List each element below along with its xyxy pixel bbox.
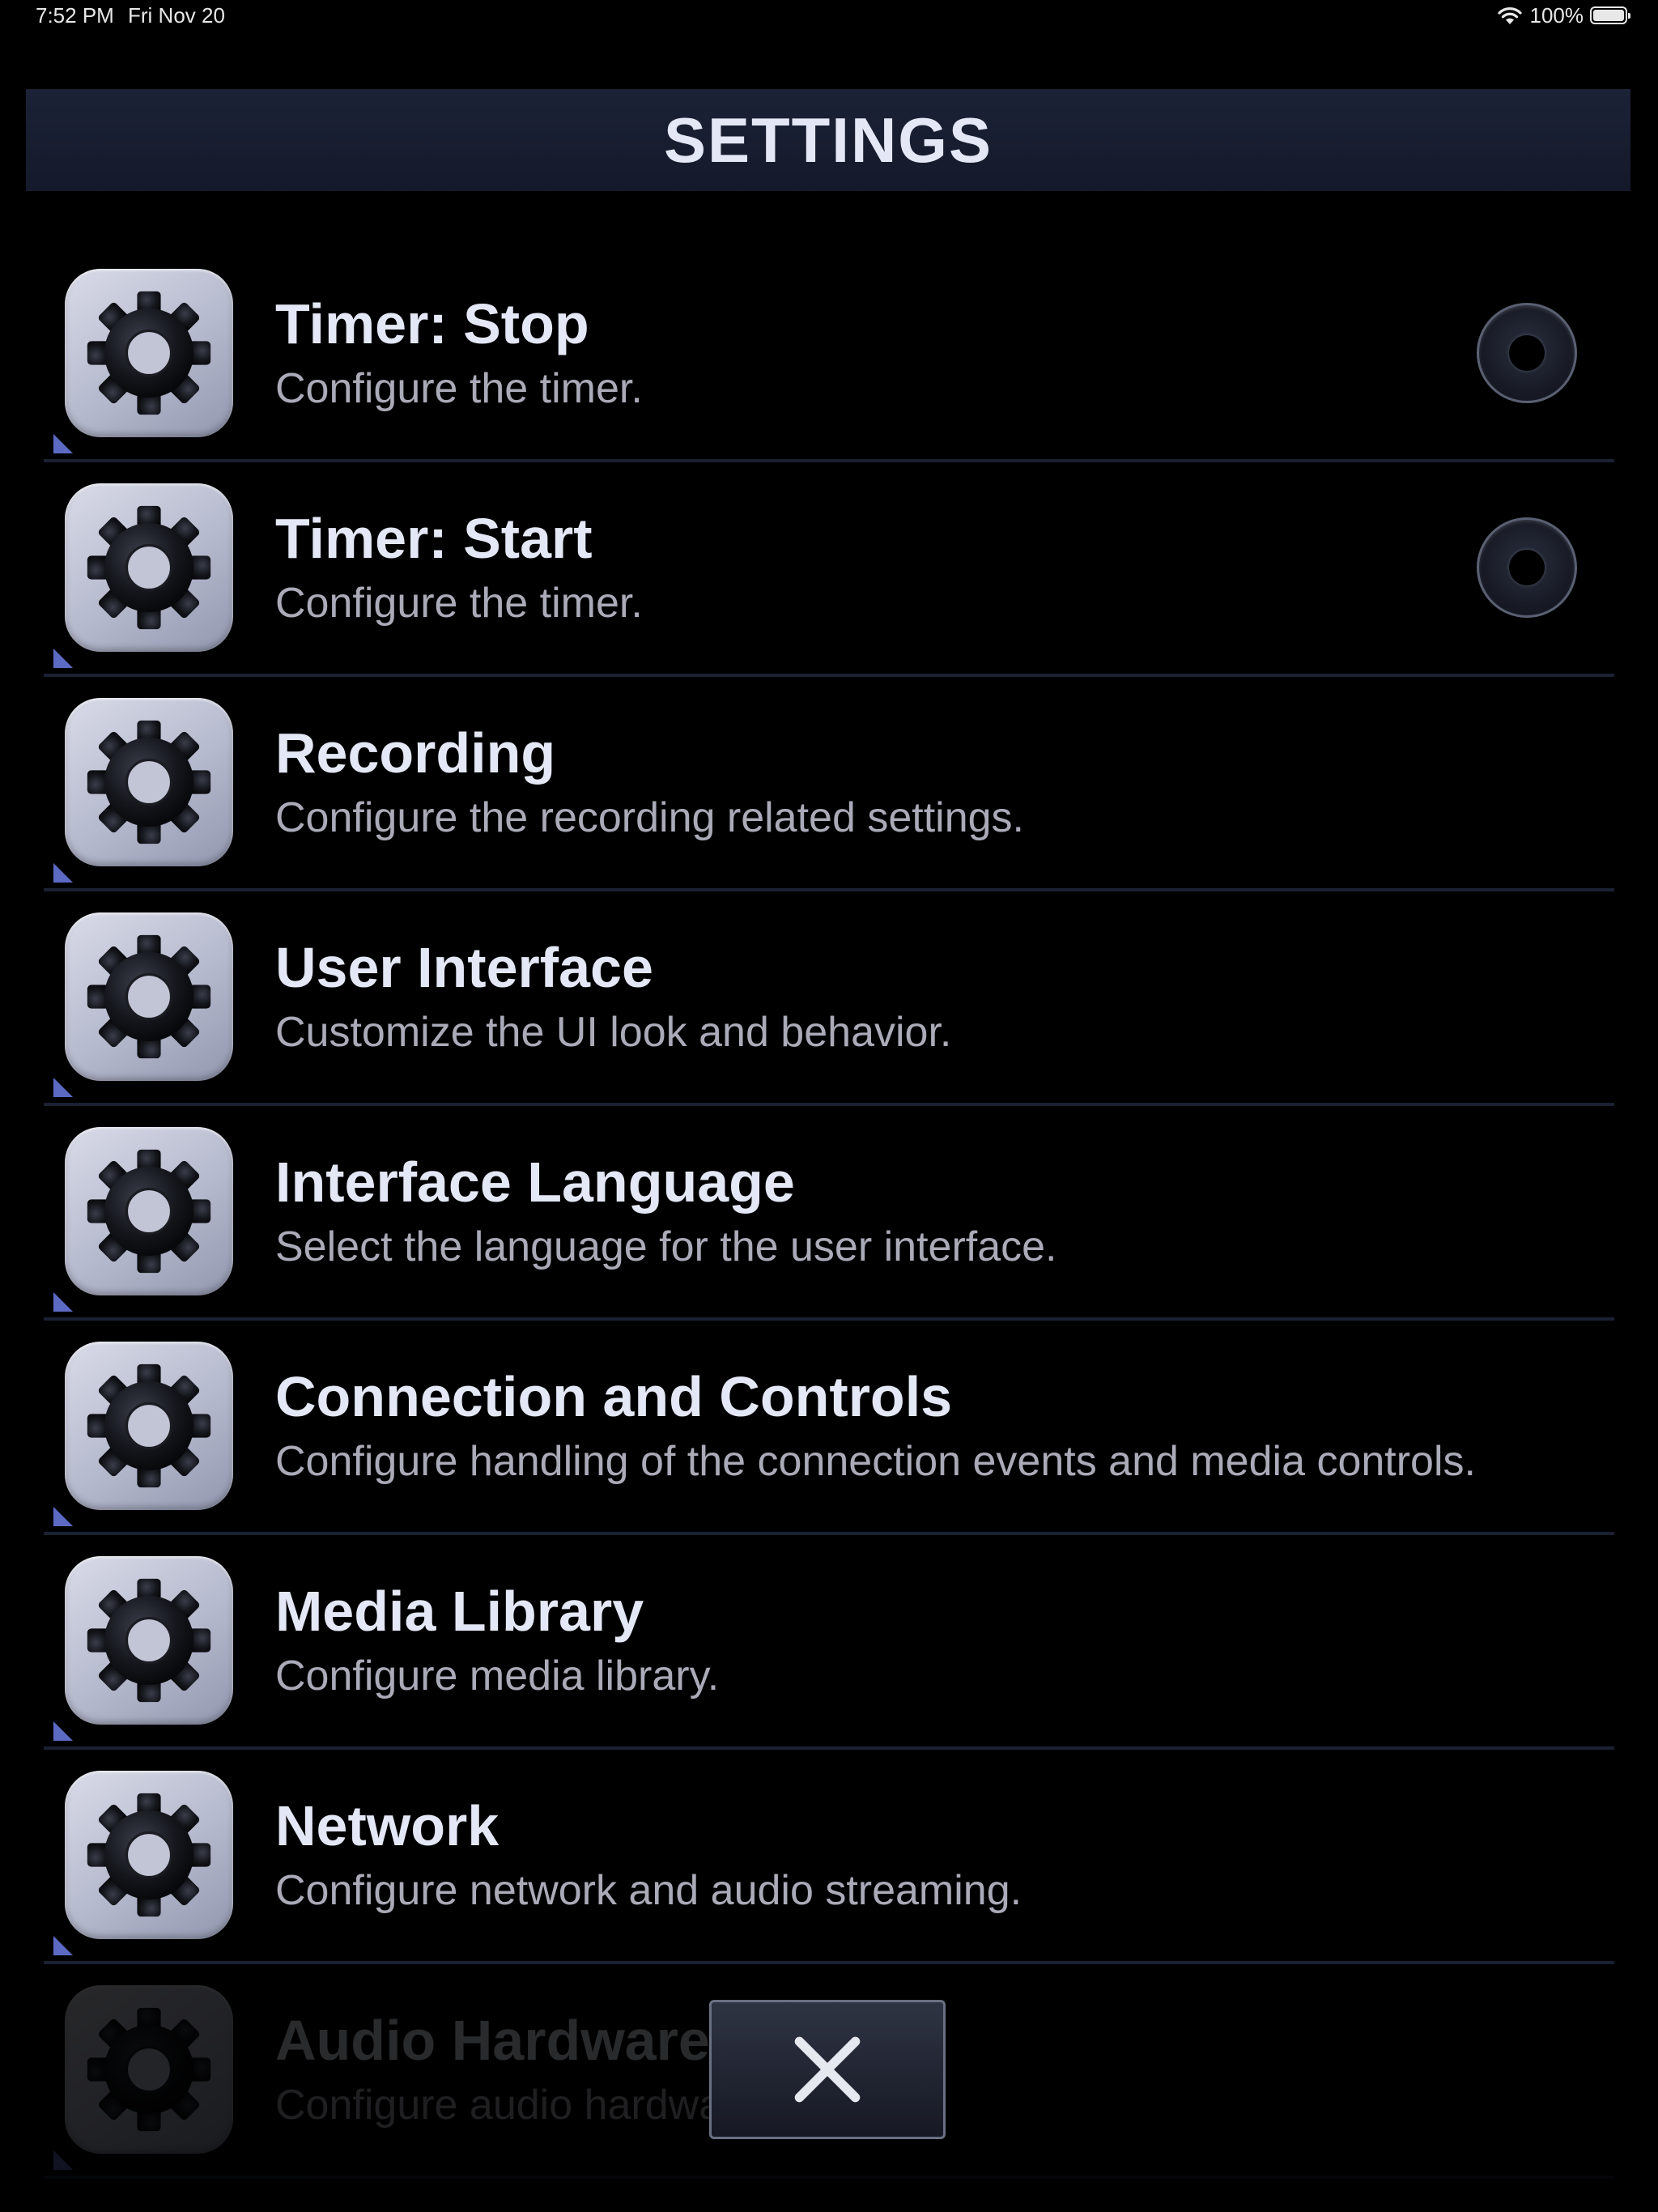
settings-item-title: Interface Language: [275, 1151, 795, 1214]
settings-item-timer-stop[interactable]: Timer: Stop Configure the timer.: [44, 248, 1614, 462]
corner-marker-icon: [53, 1721, 73, 1741]
settings-item-description: Configure handling of the connection eve…: [275, 1438, 1476, 1485]
settings-item-network[interactable]: Network Configure network and audio stre…: [44, 1750, 1614, 1964]
gear-icon: [86, 719, 212, 845]
status-indicators: 100%: [1496, 2, 1630, 28]
settings-item-connection-controls[interactable]: Connection and Controls Configure handli…: [44, 1321, 1614, 1535]
gear-icon: [86, 2006, 212, 2133]
corner-marker-icon: [53, 863, 73, 883]
battery-percentage: 100%: [1529, 2, 1584, 28]
settings-item-icon-button[interactable]: [65, 1985, 233, 2154]
corner-marker-icon: [53, 1936, 73, 1955]
battery-icon: [1590, 6, 1630, 24]
settings-item-icon-button[interactable]: [65, 912, 233, 1081]
gear-icon: [86, 1792, 212, 1918]
close-icon: [794, 2036, 861, 2103]
gear-icon: [86, 934, 212, 1060]
settings-item-recording[interactable]: Recording Configure the recording relate…: [44, 677, 1614, 891]
corner-marker-icon: [53, 1507, 73, 1526]
gear-icon: [86, 1363, 212, 1489]
settings-item-user-interface[interactable]: User Interface Customize the UI look and…: [44, 891, 1614, 1106]
settings-item-icon-button[interactable]: [65, 1342, 233, 1510]
settings-item-media-library[interactable]: Media Library Configure media library.: [44, 1535, 1614, 1750]
settings-item-title: User Interface: [275, 936, 653, 999]
settings-item-description: Customize the UI look and behavior.: [275, 1009, 952, 1056]
settings-item-description: Configure the recording related settings…: [275, 794, 1024, 841]
settings-list: Timer: Stop Configure the timer. Timer: …: [44, 248, 1614, 2179]
status-date: Fri Nov 20: [128, 3, 225, 28]
corner-marker-icon: [53, 1078, 73, 1097]
corner-marker-icon: [53, 649, 73, 668]
settings-item-icon-button[interactable]: [65, 269, 233, 437]
settings-item-icon-button[interactable]: [65, 1556, 233, 1725]
timer-stop-toggle[interactable]: [1477, 303, 1577, 403]
settings-item-interface-language[interactable]: Interface Language Select the language f…: [44, 1106, 1614, 1321]
settings-item-title: Timer: Start: [275, 507, 593, 570]
settings-item-icon-button[interactable]: [65, 1771, 233, 1939]
settings-item-timer-start[interactable]: Timer: Start Configure the timer.: [44, 462, 1614, 677]
settings-item-description: Configure network and audio streaming.: [275, 1867, 1022, 1914]
settings-item-description: Configure media library.: [275, 1653, 720, 1699]
settings-item-icon-button[interactable]: [65, 698, 233, 866]
settings-item-description: Select the language for the user interfa…: [275, 1223, 1057, 1270]
gear-icon: [86, 1577, 212, 1704]
settings-item-icon-button[interactable]: [65, 483, 233, 652]
corner-marker-icon: [53, 434, 73, 453]
settings-item-description: Configure the timer.: [275, 580, 643, 627]
close-button[interactable]: [709, 2000, 946, 2139]
settings-item-description: Configure the timer.: [275, 365, 643, 412]
status-time: 7:52 PM: [36, 3, 114, 28]
settings-item-title: Timer: Stop: [275, 292, 589, 355]
timer-start-toggle[interactable]: [1477, 517, 1577, 618]
settings-item-title: Media Library: [275, 1580, 644, 1643]
gear-icon: [86, 504, 212, 631]
settings-item-title: Audio Hardware: [275, 2009, 710, 2072]
settings-item-title: Network: [275, 1794, 500, 1857]
gear-icon: [86, 1148, 212, 1274]
settings-item-title: Connection and Controls: [275, 1365, 953, 1428]
settings-item-title: Recording: [275, 721, 556, 785]
corner-marker-icon: [53, 2150, 73, 2170]
settings-item-icon-button[interactable]: [65, 1127, 233, 1295]
page-title: SETTINGS: [663, 104, 993, 176]
gear-icon: [86, 290, 212, 416]
settings-header: SETTINGS: [26, 89, 1630, 191]
settings-item-description: Configure audio hardware.: [275, 2082, 772, 2129]
status-bar: 7:52 PM Fri Nov 20 100%: [0, 0, 1658, 32]
corner-marker-icon: [53, 1292, 73, 1312]
wifi-icon: [1497, 7, 1522, 24]
